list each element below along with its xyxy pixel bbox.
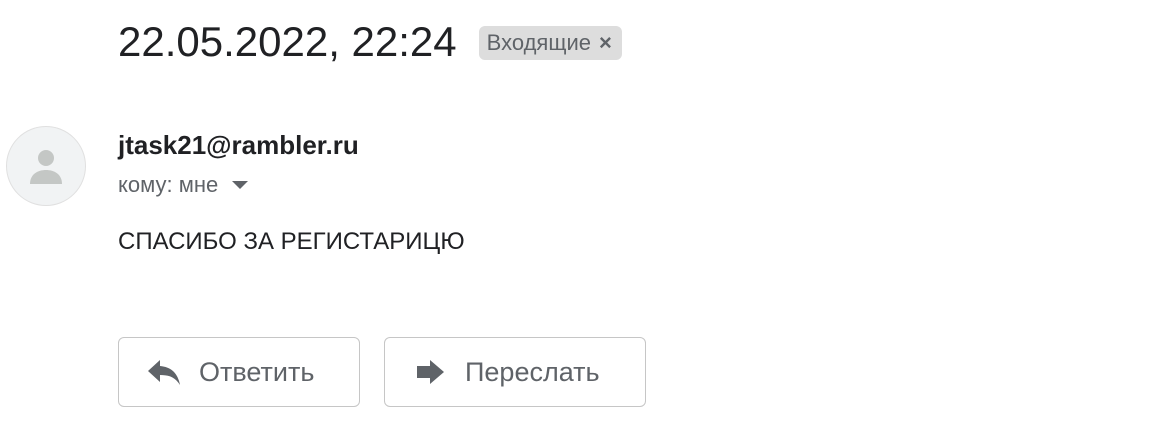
reply-arrow-icon [145,353,183,391]
recipient-text: кому: мне [118,172,219,197]
forward-button-label: Переслать [465,356,600,387]
label-chip-text: Входящие [486,30,591,55]
sender-email: jtask21@rambler.ru [118,130,359,160]
subject-row: 22.05.2022, 22:24 Входящие × [118,14,622,70]
email-subject: 22.05.2022, 22:24 [118,18,457,65]
caret-down-icon[interactable] [232,181,249,189]
email-view: 22.05.2022, 22:24 Входящие × jtask21@ram… [0,0,1151,444]
person-icon [30,150,62,184]
email-body: СПАСИБО ЗА РЕГИСТАРИЦЮ [118,228,465,255]
forward-button[interactable]: Переслать [384,337,646,407]
recipient-row: кому: мне [118,172,249,198]
sender-avatar[interactable] [6,126,86,206]
reply-button[interactable]: Ответить [118,337,360,407]
forward-arrow-icon [411,353,449,391]
close-icon[interactable]: × [599,32,612,54]
reply-button-label: Ответить [199,356,315,387]
label-chip-inbox[interactable]: Входящие × [478,26,622,60]
